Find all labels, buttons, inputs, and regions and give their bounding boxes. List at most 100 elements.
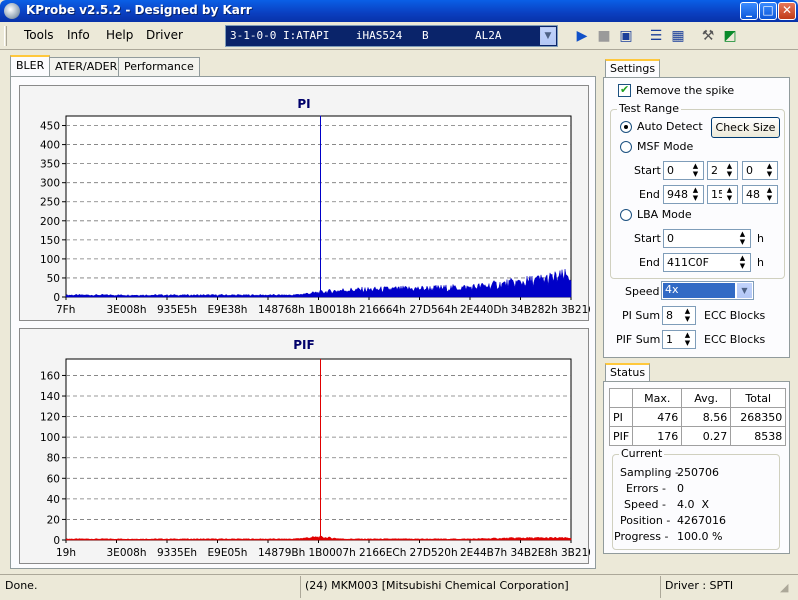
msf-mode-radio[interactable] [620, 141, 632, 153]
pif-sum-unit: ECC Blocks [704, 333, 766, 346]
pif-sum-input[interactable]: 1 ▲ ▼ [662, 330, 696, 349]
y-tick-label: 20 [47, 514, 60, 526]
menu-driver[interactable]: Driver [146, 28, 183, 42]
table-cell: 268350 [730, 407, 787, 427]
settings-panel: Remove the spike Test Range Auto Detect … [603, 77, 790, 358]
plot-area [65, 358, 572, 541]
tab-performance[interactable]: Performance [118, 57, 200, 76]
tab-settings[interactable]: Settings [605, 59, 661, 78]
status-table: Max. Avg. Total PI 476 8.56 268350 PIF 1… [608, 388, 787, 446]
minimize-button[interactable]: _ [740, 2, 758, 20]
speed-select-value: 4x [663, 283, 735, 298]
table-cell: 8.56 [681, 407, 732, 427]
menu-info[interactable]: Info [67, 28, 90, 42]
grid-icon[interactable]: ▦ [668, 26, 688, 46]
tab-status[interactable]: Status [605, 363, 651, 382]
chevron-down-icon[interactable]: ▼ [540, 27, 556, 45]
chevron-down-icon[interactable]: ▼ [737, 283, 752, 298]
lba-start-label: Start [634, 232, 661, 245]
lba-end-label: End [639, 256, 660, 269]
msf-end-sec[interactable]: 15 ▲ ▼ [707, 185, 738, 204]
speed-select[interactable]: 4x ▼ [661, 281, 754, 300]
x-tick-label: 3E008h [107, 304, 147, 316]
x-tick-label: 3E008h [107, 547, 147, 559]
app-icon [4, 3, 20, 19]
pi-sum-input[interactable]: 8 ▲ ▼ [662, 306, 696, 325]
table-row: PI 476 8.56 268350 [608, 407, 787, 427]
y-tick-label: 40 [47, 494, 60, 506]
y-tick-label: 160 [40, 370, 60, 382]
table-cell: 0.27 [681, 426, 732, 446]
msf-end-label: End [639, 188, 660, 201]
x-tick-label: 1B0007h [309, 547, 356, 559]
y-tick-label: 0 [53, 292, 60, 304]
msf-end-min[interactable]: 948 ▲ ▼ [663, 185, 704, 204]
msf-end-frame[interactable]: 48 ▲ ▼ [742, 185, 778, 204]
row-label: PI [608, 407, 634, 427]
window-title: KProbe v2.5.2 - Designed by Karr [26, 3, 252, 17]
maximize-button[interactable]: □ [759, 2, 777, 20]
y-tick-label: 400 [40, 140, 60, 152]
table-cell: 176 [632, 426, 683, 446]
tools-icon[interactable]: ⚒ [698, 26, 718, 46]
speed-status-value: 4.0 X [677, 498, 710, 511]
tab-bler[interactable]: BLER [10, 55, 51, 77]
menu-tools[interactable]: Tools [24, 28, 54, 42]
x-tick-label: 2166ECh [359, 547, 406, 559]
msf-start-frame[interactable]: 0 ▲ ▼ [742, 161, 778, 180]
toolbar-grip[interactable] [4, 26, 7, 46]
y-tick-label: 250 [40, 197, 60, 209]
lba-start-unit: h [757, 232, 764, 245]
x-tick-label: 3B2163h [561, 304, 590, 316]
x-tick-label: 935E5h [157, 304, 197, 316]
msf-start-sec[interactable]: 2 ▲ ▼ [707, 161, 738, 180]
menu-help[interactable]: Help [106, 28, 133, 42]
stop-icon[interactable]: ■ [594, 26, 614, 46]
x-tick-label: 19h [56, 547, 76, 559]
speed-label: Speed [625, 285, 660, 298]
layout-icon[interactable]: ☰ [646, 26, 666, 46]
check-size-button[interactable]: Check Size [711, 117, 780, 138]
lba-mode-label: LBA Mode [637, 208, 692, 221]
tab-ater-ader[interactable]: ATER/ADER [49, 57, 124, 76]
close-button[interactable]: ✕ [778, 2, 796, 20]
pif-chart-box: PIF 0 20 40 60 80 100 120 140 160 19h 3E008h 9335Eh… [19, 328, 590, 564]
auto-detect-label: Auto Detect [637, 120, 703, 133]
auto-detect-radio[interactable] [620, 121, 632, 133]
remove-spike-checkbox[interactable] [618, 83, 631, 97]
table-cell: 476 [632, 407, 683, 427]
x-tick-label: E9E38h [208, 304, 248, 316]
lba-end-unit: h [757, 256, 764, 269]
lba-mode-radio[interactable] [620, 209, 632, 221]
y-tick-label: 300 [40, 178, 60, 190]
lba-end-input[interactable]: 411C0F ▲ ▼ [663, 253, 751, 272]
header-cell: Total [730, 388, 787, 408]
pif-chart: 0 20 40 60 80 100 120 140 160 19h 3E008h 9335Eh E9E0… [40, 358, 590, 559]
lba-start-input[interactable]: 0 ▲ ▼ [663, 229, 751, 248]
status-header-row: Max. Avg. Total [608, 388, 787, 408]
play-icon[interactable]: ▶ [572, 26, 592, 46]
chart-icon[interactable]: ◩ [720, 26, 740, 46]
pi-chart: 0 50 100 150 200 250 300 350 400 450 7Fh 3E008h 935E… [40, 115, 590, 316]
x-tick-label: 34B2E8h [511, 547, 558, 559]
driver-info: Driver : SPTI [665, 579, 734, 592]
x-tick-label: 2E440Dh [460, 304, 508, 316]
table-cell: 8538 [730, 426, 787, 446]
status-bar: Done. (24) MKM003 [Mitsubishi Chemical C… [0, 574, 798, 600]
remove-spike-label: Remove the spike [636, 84, 735, 97]
position-label: Position - [620, 514, 671, 527]
plot-area [65, 115, 572, 298]
y-tick-label: 80 [47, 453, 60, 465]
resize-grip-icon[interactable]: ◢ [780, 581, 788, 594]
x-tick-label: 216664h [359, 304, 406, 316]
save-icon[interactable]: ▣ [616, 26, 636, 46]
sampling-value: 250706 [677, 466, 719, 479]
msf-start-min[interactable]: 0 ▲ ▼ [663, 161, 704, 180]
header-cell: Avg. [681, 388, 732, 408]
y-tick-label: 450 [40, 121, 60, 133]
y-tick-label: 200 [40, 216, 60, 228]
x-tick-label: 7Fh [56, 304, 75, 316]
drive-select[interactable]: 3-1-0-0 I:ATAPI iHAS524 B AL2A ▼ [225, 25, 558, 47]
x-tick-label: 3B210Eh [561, 547, 590, 559]
x-tick-label: 34B282h [511, 304, 558, 316]
